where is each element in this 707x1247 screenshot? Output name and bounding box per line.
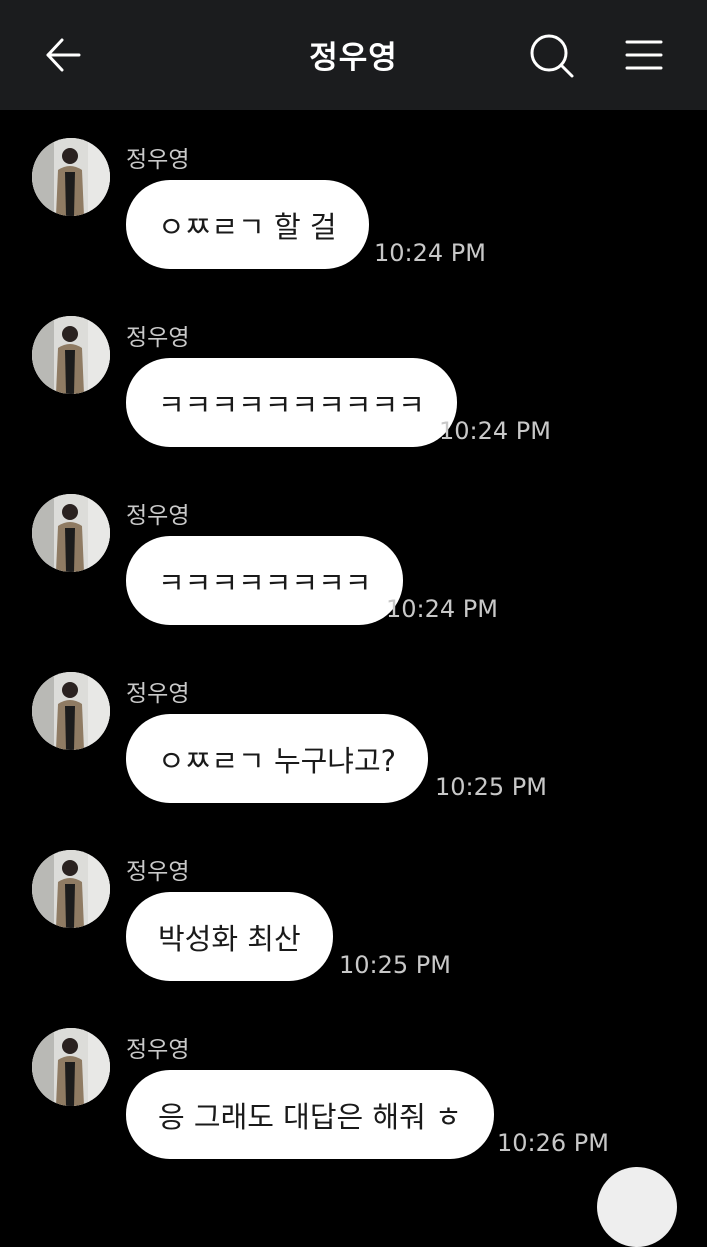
scroll-down-button[interactable] (597, 1167, 677, 1247)
message-bubble[interactable]: ㅋㅋㅋㅋㅋㅋㅋㅋ (126, 536, 404, 625)
search-icon (530, 34, 574, 78)
search-button[interactable] (524, 28, 578, 82)
profile-photo-icon (32, 316, 110, 394)
profile-photo-icon (32, 138, 110, 216)
sender-name: 정우영 (126, 681, 190, 707)
hamburger-menu-icon (625, 40, 663, 70)
message-bubble[interactable]: 박성화 최산 (126, 892, 333, 981)
message-list[interactable]: 정우영 ㅇㅉㄹㄱ 할 걸 10:24 PM 정우영 ㅋㅋㅋㅋㅋㅋㅋㅋㅋㅋ 10:… (0, 110, 707, 1200)
profile-photo-icon (32, 672, 110, 750)
message-row: 정우영 ㅋㅋㅋㅋㅋㅋㅋㅋㅋㅋ 10:24 PM (0, 288, 707, 458)
profile-photo-icon (32, 494, 110, 572)
avatar[interactable] (32, 672, 110, 750)
sender-name: 정우영 (126, 859, 190, 885)
message-bubble[interactable]: ㅇㅉㄹㄱ 할 걸 (126, 180, 369, 269)
top-bar: 정우영 (0, 0, 707, 110)
sender-name: 정우영 (126, 1037, 190, 1063)
message-row: 정우영 ㅇㅉㄹㄱ 누구냐고? 10:25 PM (0, 644, 707, 814)
message-timestamp: 10:26 PM (497, 1129, 609, 1157)
message-timestamp: 10:24 PM (386, 595, 498, 623)
avatar[interactable] (32, 494, 110, 572)
message-bubble[interactable]: ㅇㅉㄹㄱ 누구냐고? (126, 714, 429, 803)
message-row: 정우영 ㅋㅋㅋㅋㅋㅋㅋㅋ 10:24 PM (0, 466, 707, 636)
sender-name: 정우영 (126, 325, 190, 351)
message-row: 정우영 박성화 최산 10:25 PM (0, 822, 707, 992)
avatar[interactable] (32, 316, 110, 394)
avatar[interactable] (32, 138, 110, 216)
profile-photo-icon (32, 850, 110, 928)
message-timestamp: 10:24 PM (439, 417, 551, 445)
menu-button[interactable] (618, 30, 670, 80)
message-bubble[interactable]: ㅋㅋㅋㅋㅋㅋㅋㅋㅋㅋ (126, 358, 457, 447)
message-timestamp: 10:24 PM (374, 239, 486, 267)
sender-name: 정우영 (126, 503, 190, 529)
message-bubble[interactable]: 응 그래도 대답은 해줘 ㅎ (126, 1070, 494, 1159)
avatar[interactable] (32, 1028, 110, 1106)
message-timestamp: 10:25 PM (435, 773, 547, 801)
profile-photo-icon (32, 1028, 110, 1106)
chat-title: 정우영 (309, 40, 398, 76)
message-row: 정우영 응 그래도 대답은 해줘 ㅎ 10:26 PM (0, 1000, 707, 1170)
avatar[interactable] (32, 850, 110, 928)
sender-name: 정우영 (126, 147, 190, 173)
message-row: 정우영 ㅇㅉㄹㄱ 할 걸 10:24 PM (0, 110, 707, 280)
message-timestamp: 10:25 PM (339, 951, 451, 979)
